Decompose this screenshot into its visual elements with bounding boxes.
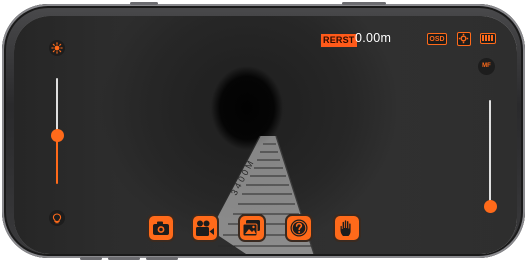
brightness-button[interactable] (49, 40, 65, 56)
help-icon (290, 219, 308, 237)
battery-icon (482, 35, 493, 41)
manual-focus-button[interactable]: MF (478, 58, 495, 75)
reset-distance-button[interactable]: RERST (320, 33, 358, 48)
side-button-bottom-3 (146, 257, 178, 260)
phone-frame: 3 4 0 0 M RERST 0.00m OSD MF (2, 2, 525, 260)
record-video-button[interactable] (191, 214, 219, 242)
light-off-button[interactable] (49, 210, 65, 226)
gear-icon (458, 33, 469, 44)
help-button[interactable] (285, 214, 313, 242)
distance-readout: 0.00m (355, 31, 392, 45)
hand-icon (340, 220, 351, 236)
camera-screen: 3 4 0 0 M RERST 0.00m OSD MF (14, 16, 517, 254)
settings-button[interactable] (457, 32, 471, 46)
volume-button (130, 2, 158, 5)
side-button-bottom-2 (108, 257, 140, 260)
power-button (342, 2, 386, 5)
brightness-slider-track-top[interactable] (56, 78, 58, 132)
brightness-slider-track-bottom[interactable] (56, 138, 58, 184)
osd-toggle-button[interactable]: OSD (427, 33, 447, 45)
brightness-icon (51, 42, 63, 54)
video-record-icon (196, 220, 214, 236)
battery-indicator (480, 33, 496, 44)
stop-button[interactable] (333, 214, 361, 242)
gallery-icon (242, 220, 260, 237)
capture-photo-button[interactable] (147, 214, 175, 242)
focus-slider-thumb[interactable] (484, 200, 497, 213)
mf-label: MF (482, 63, 491, 69)
side-button-bottom (80, 257, 102, 260)
focus-slider-track[interactable] (489, 100, 491, 204)
brightness-slider-thumb[interactable] (51, 129, 64, 142)
gallery-button[interactable] (238, 214, 266, 242)
camera-icon (153, 221, 169, 235)
bulb-icon (52, 212, 62, 223)
